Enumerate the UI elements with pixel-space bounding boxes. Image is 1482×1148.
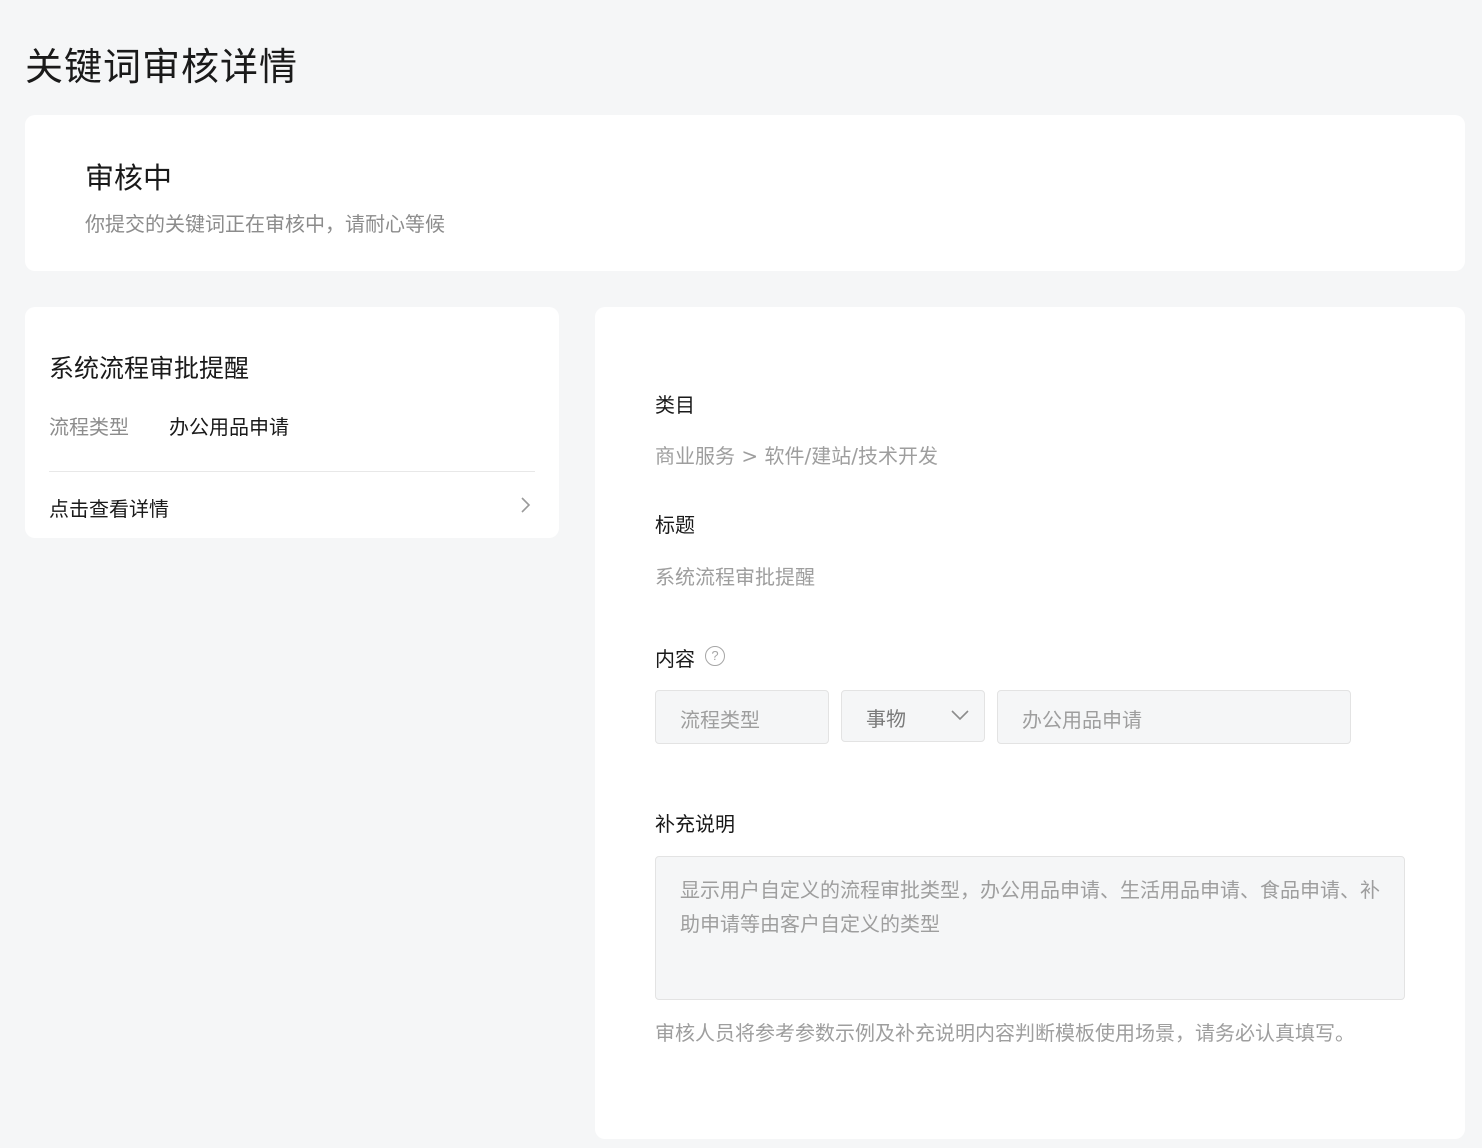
view-details-label: 点击查看详情 [49,497,169,521]
category-label: 类目 [655,393,695,417]
note-label: 补充说明 [655,812,735,836]
title-value: 系统流程审批提醒 [655,565,815,589]
note-textarea[interactable]: 显示用户自定义的流程审批类型，办公用品申请、生活用品申请、食品申请、补助申请等由… [655,856,1405,1000]
content-label: 内容 [655,647,695,671]
status-title: 审核中 [85,161,173,195]
view-details-link[interactable]: 点击查看详情 [25,472,559,538]
param-name-value: 流程类型 [680,708,760,732]
chevron-right-icon [521,497,531,513]
chevron-down-icon [951,710,969,721]
category-value: 商业服务 > 软件/建站/技术开发 [655,444,938,468]
param-type-value: 事物 [866,707,906,731]
title-label: 标题 [655,513,695,537]
summary-title: 系统流程审批提醒 [49,354,250,383]
param-name-field[interactable]: 流程类型 [655,690,829,744]
hint-text: 审核人员将参考参数示例及补充说明内容判断模板使用场景，请务必认真填写。 [655,1021,1355,1045]
form-card: 类目 商业服务 > 软件/建站/技术开发 标题 系统流程审批提醒 内容 ? 流程… [595,307,1465,1139]
process-type-label: 流程类型 [49,415,129,439]
process-type-value: 办公用品申请 [169,415,289,439]
summary-card: 系统流程审批提醒 流程类型 办公用品申请 点击查看详情 [25,307,559,538]
status-card: 审核中 你提交的关键词正在审核中，请耐心等候 [25,115,1465,271]
param-example-value: 办公用品申请 [1022,708,1142,732]
page-title: 关键词审核详情 [25,45,299,89]
param-example-field[interactable]: 办公用品申请 [997,690,1351,744]
help-icon[interactable]: ? [705,646,725,666]
param-type-select[interactable]: 事物 [841,690,985,742]
status-description: 你提交的关键词正在审核中，请耐心等候 [85,212,445,236]
